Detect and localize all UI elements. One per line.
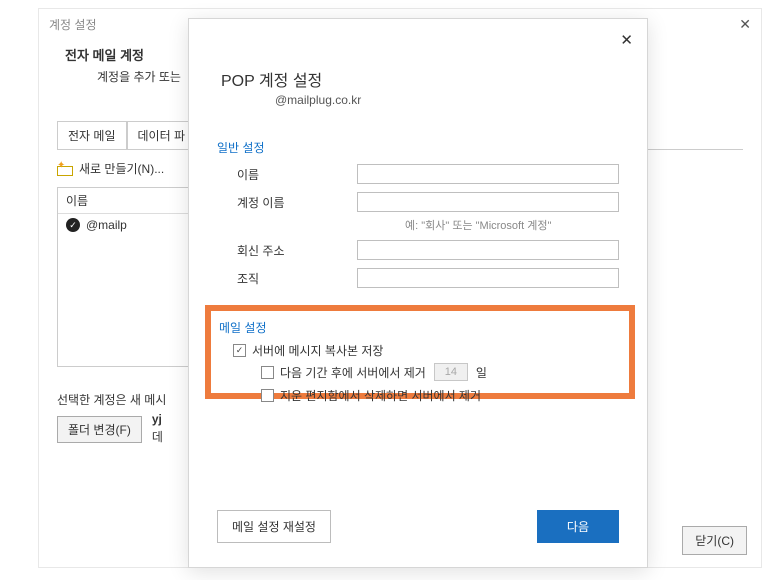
list-item[interactable]: ✓ @mailp (58, 214, 196, 236)
label-reply-address: 회신 주소 (237, 242, 357, 259)
pop-settings-modal: ✕ POP 계정 설정 @mailplug.co.kr 일반 설정 이름 계정 … (188, 18, 648, 568)
remove-after-label: 다음 기간 후에 서버에서 제거 (280, 364, 426, 381)
reset-mail-settings-button[interactable]: 메일 설정 재설정 (217, 510, 331, 543)
accounts-list: 이름 ✓ @mailp (57, 187, 197, 367)
folder-change-button[interactable]: 폴더 변경(F) (57, 416, 142, 443)
folder-path-line1: yj (152, 412, 163, 426)
new-button[interactable]: 새로 만들기(N)... (79, 160, 164, 177)
days-suffix: 일 (476, 364, 487, 381)
leave-copy-checkbox[interactable]: ✓ (233, 344, 246, 357)
account-name: @mailp (86, 218, 127, 232)
close-button[interactable]: 닫기(C) (682, 526, 747, 555)
next-button-label: 다음 (567, 520, 589, 534)
remove-after-checkbox[interactable] (261, 366, 274, 379)
default-check-icon: ✓ (66, 218, 80, 232)
section-mail: 메일 설정 (219, 319, 621, 336)
back-window-title: 계정 설정 (49, 16, 97, 33)
label-org: 조직 (237, 270, 357, 287)
next-button[interactable]: 다음 (537, 510, 619, 543)
folder-change-label: 폴더 변경(F) (68, 423, 131, 437)
days-input[interactable]: 14 (434, 363, 468, 381)
leave-copy-label: 서버에 메시지 복사본 저장 (252, 342, 383, 359)
close-icon[interactable]: ✕ (739, 16, 751, 33)
section-general: 일반 설정 (217, 139, 265, 156)
general-form: 이름 계정 이름 예: "회사" 또는 "Microsoft 계정" 회신 주소… (237, 161, 619, 293)
modal-subtitle: @mailplug.co.kr (275, 93, 361, 107)
label-name: 이름 (237, 166, 357, 183)
reset-button-label: 메일 설정 재설정 (232, 520, 316, 534)
folder-path-line2: 데 (152, 428, 163, 445)
account-name-field[interactable] (357, 192, 619, 212)
remove-on-delete-row: 지운 편지함에서 삭제하면 서버에서 제거 (261, 387, 481, 404)
remove-on-delete-checkbox[interactable] (261, 389, 274, 402)
leave-copy-row: ✓ 서버에 메시지 복사본 저장 (233, 342, 621, 359)
tab-data-files[interactable]: 데이터 파 (127, 121, 197, 149)
remove-on-delete-label: 지운 편지함에서 삭제하면 서버에서 제거 (280, 387, 481, 404)
close-icon[interactable]: ✕ (620, 31, 633, 49)
modal-title: POP 계정 설정 (221, 67, 322, 91)
label-account-name: 계정 이름 (237, 194, 357, 211)
name-field[interactable] (357, 164, 619, 184)
tab-email[interactable]: 전자 메일 (57, 121, 127, 149)
mail-settings-highlight: 메일 설정 ✓ 서버에 메시지 복사본 저장 다음 기간 후에 서버에서 제거 … (205, 305, 635, 399)
close-button-label: 닫기(C) (695, 534, 734, 548)
tab-data-files-label: 데이터 파 (138, 129, 186, 143)
org-field[interactable] (357, 268, 619, 288)
reply-address-field[interactable] (357, 240, 619, 260)
account-name-hint: 예: "회사" 또는 "Microsoft 계정" (405, 217, 619, 233)
remove-after-row: 다음 기간 후에 서버에서 제거 14 일 (261, 363, 621, 381)
tab-email-label: 전자 메일 (68, 129, 116, 143)
list-header-name[interactable]: 이름 (58, 188, 196, 214)
new-mail-icon: ✦ (57, 162, 73, 176)
